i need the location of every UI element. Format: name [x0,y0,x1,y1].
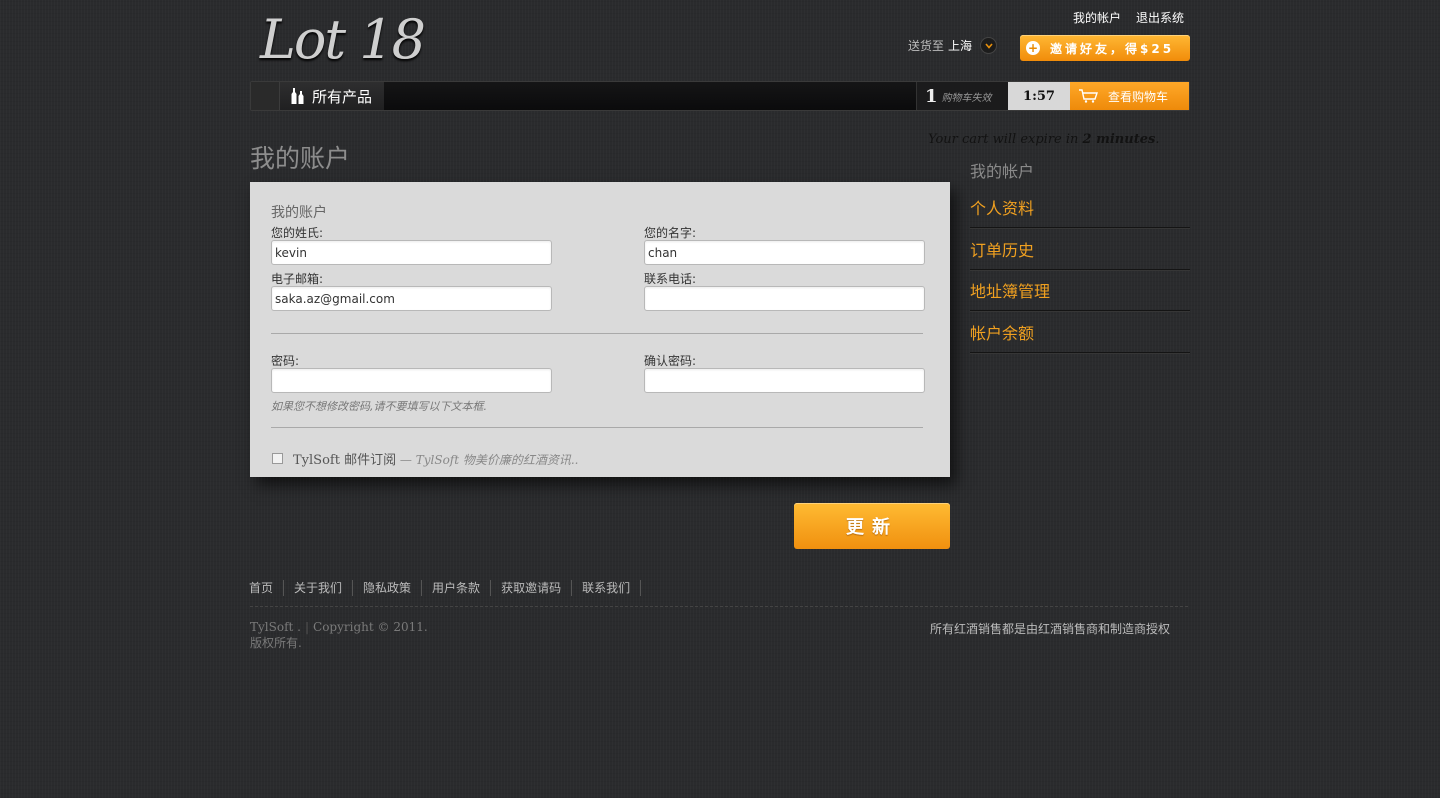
cart-timer: 1:57 [1008,82,1070,110]
phone-label: 联系电话: [644,272,697,286]
sidebar-item-address-book[interactable]: 地址簿管理 [970,278,1190,311]
account-form-panel [250,182,950,477]
newsletter-label[interactable]: TylSoft 邮件订阅 — TylSoft 物美价廉的红酒资讯.. [293,449,579,468]
ship-to-city[interactable]: 上海 [948,37,972,54]
footer-link-contact[interactable]: 联系我们 [572,580,642,596]
footer-link-invite-code[interactable]: 获取邀请码 [491,580,573,596]
invite-friends-button[interactable]: + 邀请好友，得$25 [1020,35,1190,61]
form-divider [271,333,923,334]
email-label: 电子邮箱: [271,272,324,286]
all-products-label: 所有产品 [312,87,373,106]
form-divider [271,427,923,428]
footer-link-terms[interactable]: 用户条款 [422,580,492,596]
ship-to-label: 送货至 [908,39,945,53]
copyright: TylSoft . | Copyright © 2011. 版权所有. [250,620,428,650]
nav-spacer [251,82,280,110]
cart-count: 1 [925,85,938,107]
page-title: 我的账户 [250,144,351,173]
first-name-field[interactable] [644,240,925,265]
newsletter-description: — TylSoft 物美价廉的红酒资讯.. [396,453,579,467]
copyright-text: Copyright © 2011. [313,620,428,634]
sidebar-item-account-balance[interactable]: 帐户余额 [970,320,1190,353]
all-products-tab[interactable]: 所有产品 [280,82,384,110]
footer-link-home[interactable]: 首页 [249,580,285,596]
plus-icon: + [1026,41,1040,55]
company-name: TylSoft . [250,620,301,634]
update-button[interactable]: 更新 [794,503,950,549]
footer-links: 首页 关于我们 隐私政策 用户条款 获取邀请码 联系我们 [249,580,642,596]
cart-status: 1 购物车失效 [916,82,1009,110]
password-field[interactable] [271,368,552,393]
newsletter-title: 邮件订阅 [339,453,397,468]
password-label: 密码: [271,354,300,368]
cart-expire-note: Your cart will expire in 2 minutes. [928,132,1159,147]
confirm-password-label: 确认密码: [644,354,697,368]
newsletter-checkbox[interactable] [272,453,283,464]
first-name-label: 您的名字: [644,226,697,240]
sidebar-title: 我的帐户 [970,162,1035,181]
invite-label: 邀请好友，得$25 [1050,41,1175,56]
footer-divider [250,606,1188,607]
confirm-password-field[interactable] [644,368,925,393]
email-field[interactable] [271,286,552,311]
authorization-note: 所有红酒销售都是由红酒销售商和制造商授权 [930,622,1171,636]
chevron-down-icon[interactable] [980,37,998,54]
password-hint: 如果您不想修改密码,请不要填写以下文本框. [271,400,487,413]
footer-link-privacy[interactable]: 隐私政策 [353,580,423,596]
cart-status-text: 购物车失效 [941,92,992,104]
expire-duration: 2 minutes [1082,132,1156,147]
phone-field[interactable] [644,286,925,311]
view-cart-button[interactable]: 查看购物车 [1070,82,1189,110]
rights-text: 版权所有. [250,636,302,650]
cart-icon [1079,89,1098,103]
wine-bottles-icon [291,88,304,104]
view-cart-label: 查看购物车 [1108,89,1169,104]
newsletter-brand: TylSoft [293,453,340,468]
logout-link[interactable]: 退出系统 [1136,9,1184,26]
ship-to-selector[interactable]: 送货至 上海 [908,37,998,54]
footer-link-about[interactable]: 关于我们 [284,580,354,596]
last-name-label: 您的姓氏: [271,226,324,240]
site-logo[interactable]: Lot 18 [260,8,426,72]
expire-suffix: . [1155,132,1160,147]
form-title: 我的账户 [271,205,327,221]
sidebar-item-order-history[interactable]: 订单历史 [970,237,1190,270]
my-account-link[interactable]: 我的帐户 [1073,9,1121,26]
last-name-field[interactable] [271,240,552,265]
sidebar-item-profile[interactable]: 个人资料 [970,195,1190,228]
top-links: 我的帐户 退出系统 [1073,9,1184,26]
expire-prefix: Your cart will expire in [928,132,1083,147]
